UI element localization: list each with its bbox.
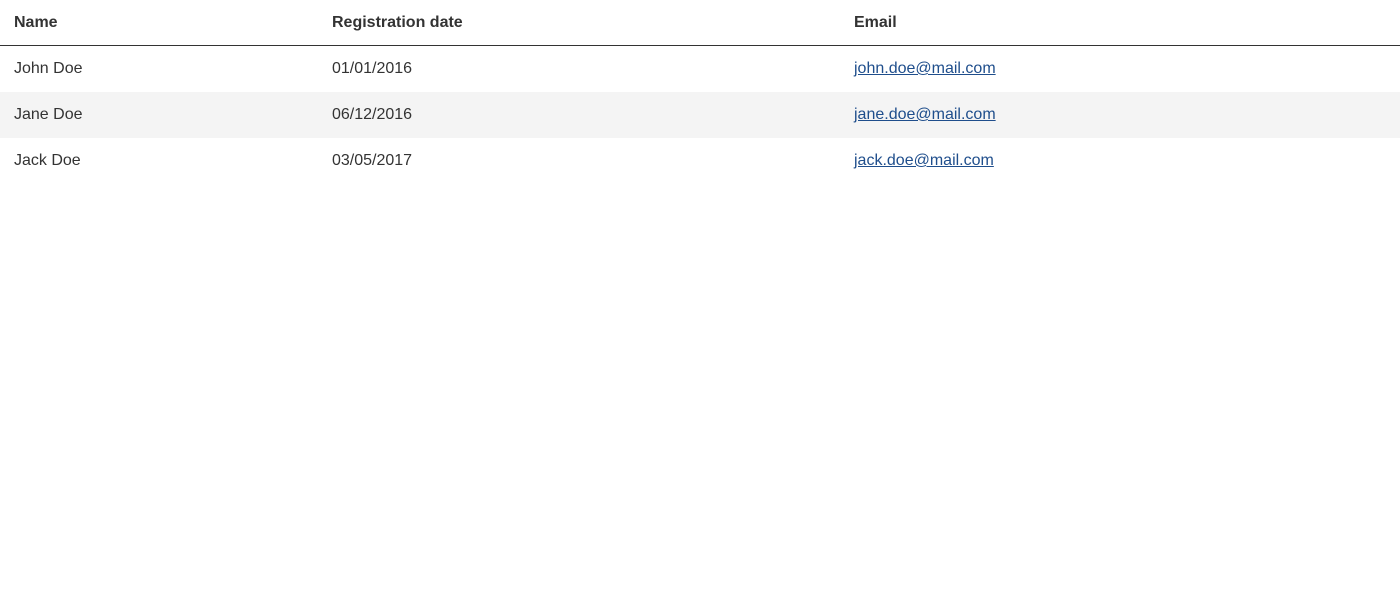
- cell-name: John Doe: [14, 60, 83, 77]
- cell-registration-date: 03/05/2017: [332, 152, 413, 169]
- table-header: Name Registration date Email: [0, 0, 1400, 46]
- cell-registration-date: 01/01/2016: [332, 60, 413, 77]
- column-header-email: Email: [840, 0, 1400, 46]
- cell-name: Jane Doe: [0, 92, 318, 138]
- cell-email: john.doe@mail.com: [840, 46, 1400, 93]
- column-header-registration-date: Registration date: [318, 0, 840, 46]
- table-row: Jane Doe 06/12/2016 jane.doe@mail.com: [0, 92, 1400, 138]
- column-header-name: Name: [0, 0, 318, 46]
- table-row: John Doe 01/01/2016 john.doe@mail.com: [0, 46, 1400, 93]
- cell-name: Jack Doe: [14, 152, 81, 169]
- table-body: John Doe 01/01/2016 john.doe@mail.com Ja…: [0, 46, 1400, 185]
- cell-email: jack.doe@mail.com: [840, 138, 1400, 184]
- table-header-row: Name Registration date Email: [0, 0, 1400, 46]
- users-table: Name Registration date Email John Doe 01…: [0, 0, 1400, 184]
- email-link[interactable]: jane.doe@mail.com: [854, 106, 996, 123]
- cell-email: jane.doe@mail.com: [840, 92, 1400, 138]
- table-row: Jack Doe 03/05/2017 jack.doe@mail.com: [0, 138, 1400, 184]
- email-link[interactable]: john.doe@mail.com: [854, 60, 996, 77]
- cell-registration-date: 06/12/2016: [318, 92, 840, 138]
- email-link[interactable]: jack.doe@mail.com: [854, 152, 994, 169]
